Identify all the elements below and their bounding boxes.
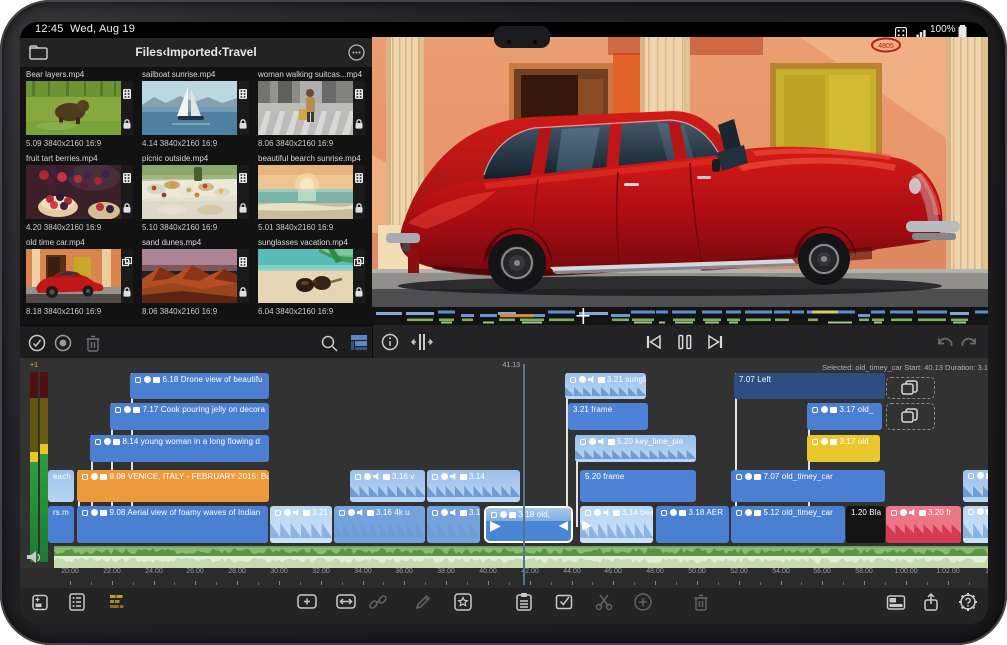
svg-text:4805: 4805 <box>878 43 894 50</box>
